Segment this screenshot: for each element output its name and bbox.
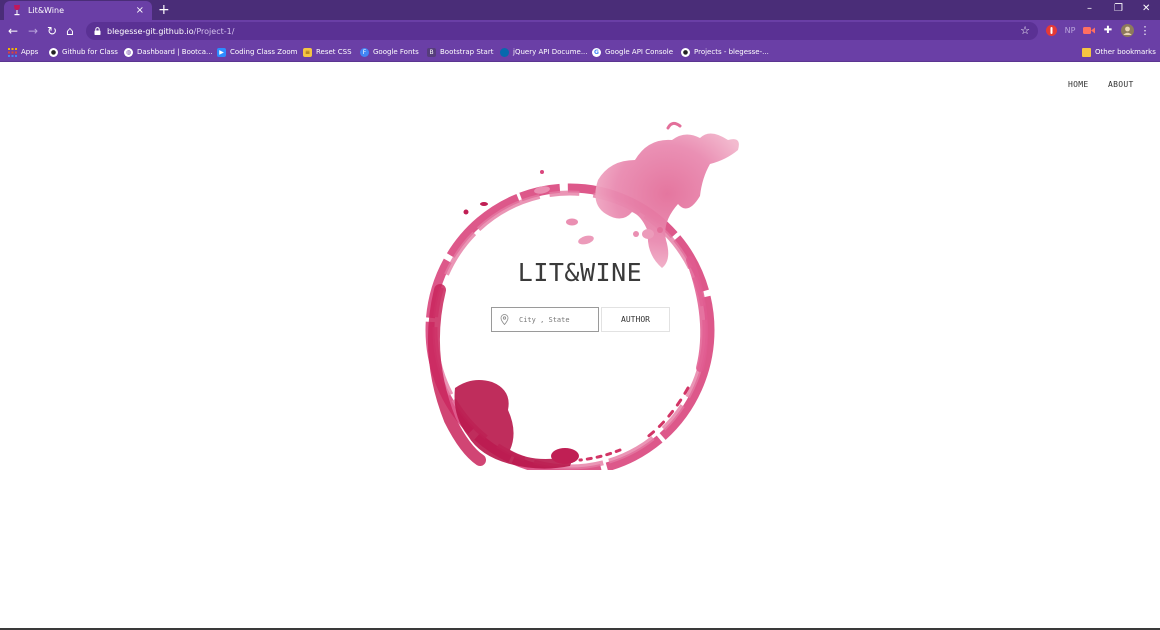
bookmark-label: Other bookmarks xyxy=(1095,48,1156,56)
bookmark-label: Coding Class Zoom xyxy=(230,48,298,56)
map-pin-icon xyxy=(500,314,509,325)
bookmark-projects[interactable]: ● Projects - blegesse-... xyxy=(681,45,769,59)
jquery-icon xyxy=(500,47,509,57)
menu-dots-icon[interactable]: ⋮ xyxy=(1140,24,1151,37)
folder-icon xyxy=(1082,47,1091,57)
bookmark-github-for-class[interactable]: ● Github for Class xyxy=(49,45,118,59)
globe-icon: ◍ xyxy=(124,47,133,57)
address-bar[interactable]: blegesse-git.github.io /Project-1/ ☆ xyxy=(86,22,1038,40)
tab-lit-wine[interactable]: Lit&Wine × xyxy=(4,1,152,20)
forward-icon[interactable]: → xyxy=(28,23,38,39)
bookmark-label: Github for Class xyxy=(62,48,118,56)
new-tab-button[interactable]: + xyxy=(158,2,170,18)
page-title: LIT&WINE xyxy=(517,258,643,287)
bookmark-other-bookmarks[interactable]: Other bookmarks xyxy=(1082,45,1156,59)
github-icon: ● xyxy=(681,47,690,57)
extensions-puzzle-icon[interactable]: ✚ xyxy=(1102,24,1114,37)
bookmark-coding-class-zoom[interactable]: ▶ Coding Class Zoom xyxy=(217,45,297,59)
lock-icon xyxy=(94,27,101,35)
author-button[interactable]: AUTHOR xyxy=(601,307,670,332)
np-icon[interactable]: NP xyxy=(1063,24,1077,37)
bookmark-reset-css[interactable]: ≡ Reset CSS xyxy=(303,45,352,59)
close-window-icon[interactable]: ✕ xyxy=(1142,2,1150,16)
bookmark-jquery-api[interactable]: jQuery API Docume... xyxy=(500,45,588,59)
bookmark-label: Apps xyxy=(21,48,39,56)
location-search-field[interactable] xyxy=(491,307,599,332)
bookmark-label: Projects - blegesse-... xyxy=(694,48,769,56)
bootstrap-icon: B xyxy=(427,47,436,57)
url-host: blegesse-git.github.io xyxy=(107,26,194,36)
apps-grid-icon xyxy=(8,47,17,57)
restore-icon[interactable]: ❐ xyxy=(1114,2,1123,16)
bookmark-google-fonts[interactable]: F Google Fonts xyxy=(360,45,419,59)
toolbar: ← → ↻ ⌂ blegesse-git.github.io /Project-… xyxy=(0,20,1160,42)
page-content: HOME ABOUT LIT&WINE City , State AUTHOR xyxy=(0,62,1160,628)
wine-stain-illustration xyxy=(425,121,739,470)
github-icon: ● xyxy=(49,47,58,57)
reset-css-icon: ≡ xyxy=(303,47,312,57)
bookmark-label: Bootstrap Start xyxy=(440,48,494,56)
tab-strip: Lit&Wine × + – ❐ ✕ xyxy=(0,0,1160,20)
zoom-icon: ▶ xyxy=(217,47,226,57)
google-fonts-icon: F xyxy=(360,47,369,57)
bookmark-apps[interactable]: Apps xyxy=(8,45,38,59)
nav-home-link[interactable]: HOME xyxy=(1068,80,1088,89)
adblock-icon[interactable] xyxy=(1046,24,1057,37)
tab-title: Lit&Wine xyxy=(28,6,65,15)
video-ext-icon[interactable] xyxy=(1083,24,1095,37)
bookmarks-bar: Apps ● Github for Class ◍ Dashboard | Bo… xyxy=(0,42,1160,62)
url-path: /Project-1/ xyxy=(193,26,235,36)
home-icon[interactable]: ⌂ xyxy=(66,23,74,39)
bookmark-label: Google API Console xyxy=(605,48,673,56)
browser-window: Lit&Wine × + – ❐ ✕ ← → ↻ ⌂ blegesse-git.… xyxy=(0,0,1160,630)
google-icon: G xyxy=(592,47,601,57)
reload-icon[interactable]: ↻ xyxy=(47,23,57,39)
bookmark-star-icon[interactable]: ☆ xyxy=(1020,23,1030,39)
bookmark-label: Dashboard | Bootca... xyxy=(137,48,213,56)
minimize-icon[interactable]: – xyxy=(1087,2,1092,16)
profile-avatar[interactable] xyxy=(1121,24,1134,37)
wine-glass-icon xyxy=(14,5,20,16)
bookmark-bootstrap-start[interactable]: B Bootstrap Start xyxy=(427,45,493,59)
back-icon[interactable]: ← xyxy=(8,23,18,39)
tab-close-icon[interactable]: × xyxy=(136,5,144,16)
bookmark-label: jQuery API Docume... xyxy=(513,48,588,56)
bookmark-google-api-console[interactable]: G Google API Console xyxy=(592,45,673,59)
bookmark-label: Reset CSS xyxy=(316,48,352,56)
city-state-input[interactable] xyxy=(519,315,589,324)
bookmark-label: Google Fonts xyxy=(373,48,419,56)
nav-about-link[interactable]: ABOUT xyxy=(1108,80,1134,89)
bookmark-dashboard[interactable]: ◍ Dashboard | Bootca... xyxy=(124,45,213,59)
